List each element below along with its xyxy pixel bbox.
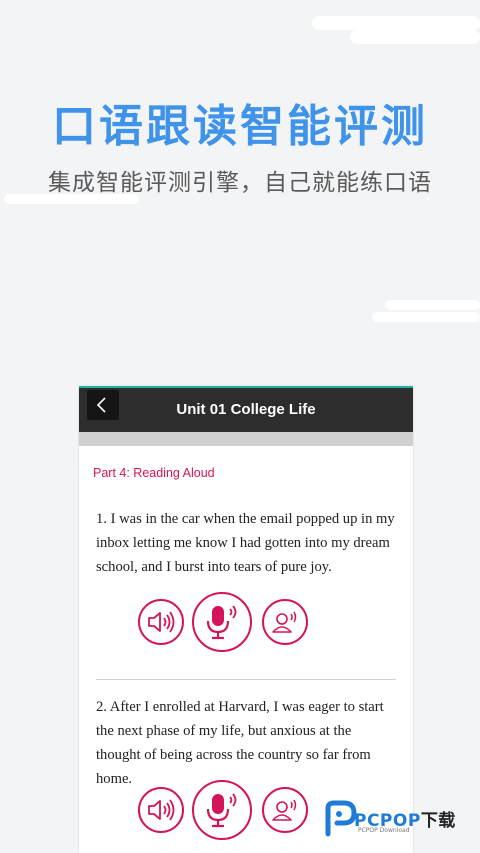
- watermark-suffix: 下载: [420, 811, 456, 831]
- sentence-text: 2. After I enrolled at Harvard, I was ea…: [96, 699, 384, 787]
- app-screen: Unit 01 College Life Part 4: Reading Alo…: [79, 386, 413, 853]
- promo-headline: 口语跟读智能评测: [52, 101, 428, 152]
- cloud-decoration: [350, 30, 480, 44]
- speaker-icon: [148, 611, 175, 633]
- record-button[interactable]: [192, 780, 252, 840]
- play-audio-button[interactable]: [138, 599, 184, 645]
- user-voice-icon: [272, 799, 297, 821]
- speaker-icon: [148, 799, 175, 821]
- play-audio-button[interactable]: [138, 787, 184, 833]
- microphone-icon: [206, 793, 237, 828]
- sub-bar: [79, 432, 413, 446]
- app-top-bar: Unit 01 College Life: [79, 386, 413, 432]
- section-title: Part 4: Reading Aloud: [93, 466, 215, 480]
- promo-subhead: 集成智能评测引擎，自己就能练口语: [48, 170, 432, 196]
- watermark-subtext: PCPOP Download: [358, 827, 410, 834]
- watermark: PCPOP下载 PCPOP Download: [324, 798, 474, 838]
- sentence-text: 1. I was in the car when the email poppe…: [96, 511, 395, 575]
- pcpop-logo-icon: [325, 800, 357, 837]
- microphone-icon: [206, 605, 237, 640]
- record-button[interactable]: [192, 592, 252, 652]
- item-divider: [96, 679, 396, 680]
- playback-button[interactable]: [262, 787, 308, 833]
- user-voice-icon: [272, 611, 297, 633]
- unit-title: Unit 01 College Life: [176, 401, 316, 418]
- cloud-decoration: [385, 300, 480, 310]
- sentence-controls: [79, 591, 413, 652]
- cloud-decoration: [312, 16, 480, 30]
- playback-button[interactable]: [262, 599, 308, 645]
- cloud-decoration: [372, 312, 480, 322]
